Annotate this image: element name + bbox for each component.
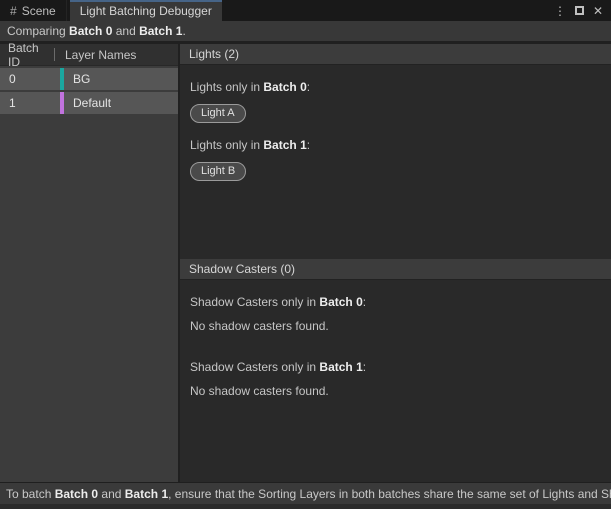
column-header-batch-id: Batch ID <box>0 41 52 69</box>
grid-icon: # <box>10 4 17 18</box>
kebab-menu-icon[interactable]: ⋮ <box>554 5 566 17</box>
no-shadow-casters-message: No shadow casters found. <box>190 384 601 398</box>
shadow-casters-section-title: Shadow Casters (0) <box>189 262 295 276</box>
comparison-batch-0: Batch 0 <box>69 24 112 38</box>
label-prefix: Shadow Casters only in <box>190 360 319 374</box>
close-icon[interactable]: ✕ <box>593 5 603 17</box>
hint-batch-1: Batch 1 <box>125 487 168 501</box>
layer-name-cell: BG <box>64 68 90 90</box>
lights-section-body: Lights only in Batch 0: Light A Lights o… <box>180 65 611 196</box>
comparison-prefix: Comparing <box>7 24 69 38</box>
tab-scene-label: Scene <box>22 4 56 18</box>
no-shadow-casters-message: No shadow casters found. <box>190 319 601 333</box>
label-batch: Batch 1 <box>319 360 362 374</box>
lights-section: Lights (2) Lights only in Batch 0: Light… <box>180 44 611 256</box>
window-bottom-edge <box>0 504 611 509</box>
layer-name-cell: Default <box>64 92 111 114</box>
label-suffix: : <box>307 80 310 94</box>
label-prefix: Lights only in <box>190 80 263 94</box>
lights-section-title: Lights (2) <box>189 47 239 61</box>
batch-row-0[interactable]: 0 BG <box>0 68 178 90</box>
label-batch: Batch 0 <box>263 80 306 94</box>
active-tab-accent <box>70 0 222 2</box>
column-header-layer-names: Layer Names <box>55 48 136 62</box>
hint-prefix: To batch <box>6 487 55 501</box>
label-prefix: Shadow Casters only in <box>190 295 319 309</box>
lights-section-header: Lights (2) <box>180 44 611 65</box>
comparison-detail-panel: Lights (2) Lights only in Batch 0: Light… <box>180 44 611 482</box>
lights-batch-0-label: Lights only in Batch 0: <box>190 80 601 94</box>
lights-batch-1-label: Lights only in Batch 1: <box>190 138 601 152</box>
batching-hint-bar: To batch Batch 0 and Batch 1, ensure tha… <box>0 482 611 504</box>
tab-bar-spacer <box>222 0 554 21</box>
maximize-icon[interactable] <box>575 6 584 15</box>
light-batching-debugger-window: # Scene Light Batching Debugger ⋮ ✕ Comp… <box>0 0 611 509</box>
label-batch: Batch 0 <box>319 295 362 309</box>
tab-bar: # Scene Light Batching Debugger ⋮ ✕ <box>0 0 611 21</box>
shadow-casters-section-body: Shadow Casters only in Batch 0: No shado… <box>180 280 611 425</box>
label-suffix: : <box>363 360 366 374</box>
shadow-casters-batch-1-label: Shadow Casters only in Batch 1: <box>190 360 601 374</box>
batch-id-cell: 0 <box>0 68 60 90</box>
label-suffix: : <box>363 295 366 309</box>
shadow-casters-section: Shadow Casters (0) Shadow Casters only i… <box>180 259 611 482</box>
batch-list-panel: Batch ID Layer Names 0 BG 1 Default <box>0 44 180 482</box>
tab-light-batching-debugger-label: Light Batching Debugger <box>80 4 212 18</box>
shadow-casters-batch-0-label: Shadow Casters only in Batch 0: <box>190 295 601 309</box>
comparison-batch-1: Batch 1 <box>139 24 182 38</box>
light-pill-light-b[interactable]: Light B <box>190 162 246 181</box>
batch-table-header: Batch ID Layer Names <box>0 44 178 66</box>
light-pill-light-a[interactable]: Light A <box>190 104 246 123</box>
label-batch: Batch 1 <box>263 138 306 152</box>
hint-middle: and <box>98 487 125 501</box>
comparison-summary: Comparing Batch 0 and Batch 1. <box>0 21 611 42</box>
batch-row-1[interactable]: 1 Default <box>0 92 178 114</box>
main-area: Batch ID Layer Names 0 BG 1 Default Ligh… <box>0 42 611 482</box>
label-suffix: : <box>307 138 310 152</box>
label-prefix: Lights only in <box>190 138 263 152</box>
window-controls: ⋮ ✕ <box>554 0 611 21</box>
tab-light-batching-debugger[interactable]: Light Batching Debugger <box>70 0 222 21</box>
hint-suffix: , ensure that the Sorting Layers in both… <box>168 487 611 501</box>
tab-scene[interactable]: # Scene <box>0 0 67 21</box>
comparison-suffix: . <box>182 24 185 38</box>
shadow-casters-section-header: Shadow Casters (0) <box>180 259 611 280</box>
hint-batch-0: Batch 0 <box>55 487 98 501</box>
batch-id-cell: 1 <box>0 92 60 114</box>
comparison-middle: and <box>112 24 139 38</box>
